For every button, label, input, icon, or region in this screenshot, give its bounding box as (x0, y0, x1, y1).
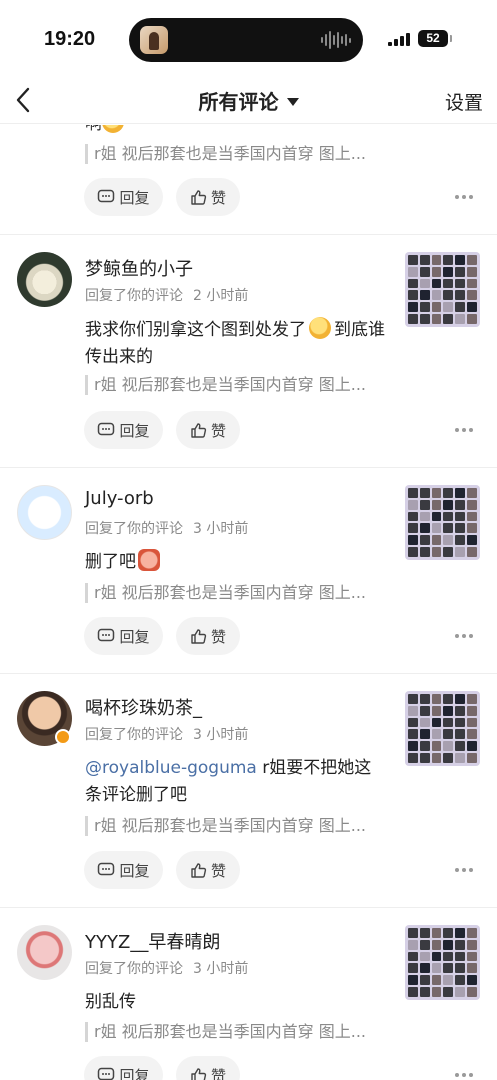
audio-wave-icon (321, 30, 351, 50)
comment-filter-dropdown[interactable]: 所有评论 (0, 86, 497, 115)
reply-button[interactable]: 回复 (84, 617, 163, 655)
comment-meta: 回复了你的评论 3 小时前 (85, 961, 249, 977)
thumbs-up-icon (191, 628, 207, 644)
cellular-signal-icon (388, 32, 412, 46)
avatar[interactable] (17, 925, 72, 980)
comment-icon (98, 189, 115, 203)
like-button[interactable]: 赞 (176, 617, 240, 655)
reply-button[interactable]: 回复 (84, 851, 163, 889)
comment-text: 啊 (85, 125, 385, 138)
comment-icon (98, 862, 115, 876)
post-thumbnail[interactable] (405, 252, 480, 327)
quoted-comment[interactable]: r姐 视后那套也是当季国内首穿 图上... (85, 583, 385, 603)
quoted-comment[interactable]: r姐 视后那套也是当季国内首穿 图上... (85, 816, 385, 836)
list-item: 啊 r姐 视后那套也是当季国内首穿 图上... 回复 赞 (0, 125, 497, 235)
username[interactable]: 梦鲸鱼的小子 (85, 255, 193, 281)
page-title: 所有评论 (198, 90, 279, 114)
comment-text: @royalblue-goguma r姐要不把她这条评论删了吧 (85, 758, 372, 805)
avatar[interactable] (17, 252, 72, 307)
dynamic-island[interactable] (129, 18, 363, 62)
comment-icon (98, 422, 115, 436)
verified-badge-icon (55, 729, 71, 745)
status-bar: 19:20 52 (0, 0, 497, 78)
thinking-emoji-icon (309, 317, 331, 339)
thumbs-up-icon (191, 1067, 207, 1080)
timestamp: 2 小时前 (193, 288, 249, 304)
username[interactable]: July-orb (85, 488, 154, 509)
like-button[interactable]: 赞 (176, 851, 240, 889)
username[interactable]: 喝杯珍珠奶茶_ (85, 694, 202, 720)
list-item: 梦鲸鱼的小子 回复了你的评论 2 小时前 我求你们别拿这个图到处发了 到底谁传出来的… (0, 235, 497, 468)
comment-text: 别乱传 (85, 992, 136, 1012)
comment-text: 删了吧 (85, 549, 385, 576)
nav-bar: 所有评论 设置 (0, 78, 497, 124)
like-button[interactable]: 赞 (176, 178, 240, 216)
settings-button[interactable]: 设置 (445, 88, 483, 115)
list-item: YYYZ__早春晴朗 回复了你的评论 3 小时前 别乱传 r姐 视后那套也是当季国… (0, 908, 497, 1080)
username[interactable]: YYYZ__早春晴朗 (85, 928, 220, 954)
status-time: 19:20 (44, 28, 96, 50)
thumbs-up-icon (191, 189, 207, 205)
like-button[interactable]: 赞 (176, 1056, 240, 1080)
timestamp: 3 小时前 (193, 727, 249, 743)
thumbs-up-icon (191, 422, 207, 438)
post-thumbnail[interactable] (405, 691, 480, 766)
comment-icon (98, 628, 115, 642)
timestamp: 3 小时前 (193, 521, 249, 537)
thinking-emoji-icon (102, 125, 124, 133)
comment-meta: 回复了你的评论 3 小时前 (85, 727, 249, 743)
list-item: 喝杯珍珠奶茶_ 回复了你的评论 3 小时前 @royalblue-goguma r… (0, 674, 497, 908)
more-options-icon[interactable] (455, 192, 475, 202)
avatar[interactable] (17, 485, 72, 540)
battery-icon: 52 (418, 30, 452, 47)
comment-meta: 回复了你的评论 3 小时前 (85, 521, 249, 537)
more-options-icon[interactable] (455, 425, 475, 435)
reply-button[interactable]: 回复 (84, 411, 163, 449)
quoted-comment[interactable]: r姐 视后那套也是当季国内首穿 图上... (85, 1022, 385, 1042)
sticker-emoji-icon (138, 549, 160, 571)
more-options-icon[interactable] (455, 865, 475, 875)
caret-down-icon (286, 97, 299, 106)
like-button[interactable]: 赞 (176, 411, 240, 449)
mention-link[interactable]: @royalblue-goguma (85, 758, 257, 778)
timestamp: 3 小时前 (193, 961, 249, 977)
post-thumbnail[interactable] (405, 925, 480, 1000)
thumbs-up-icon (191, 862, 207, 878)
now-playing-thumbnail (140, 26, 168, 54)
comment-icon (98, 1067, 115, 1080)
quoted-comment[interactable]: r姐 视后那套也是当季国内首穿 图上... (85, 144, 385, 164)
comment-feed[interactable]: 啊 r姐 视后那套也是当季国内首穿 图上... 回复 赞 梦鲸鱼的小子 回复了你… (0, 125, 497, 1080)
quoted-comment[interactable]: r姐 视后那套也是当季国内首穿 图上... (85, 375, 385, 395)
post-thumbnail[interactable] (405, 485, 480, 560)
more-options-icon[interactable] (455, 1070, 475, 1080)
list-item: July-orb 回复了你的评论 3 小时前 删了吧 r姐 视后那套也是当季国内首… (0, 468, 497, 674)
more-options-icon[interactable] (455, 631, 475, 641)
reply-button[interactable]: 回复 (84, 178, 163, 216)
reply-button[interactable]: 回复 (84, 1056, 163, 1080)
comment-text: 我求你们别拿这个图到处发了 到底谁传出来的 (85, 317, 385, 371)
comment-meta: 回复了你的评论 2 小时前 (85, 288, 249, 304)
